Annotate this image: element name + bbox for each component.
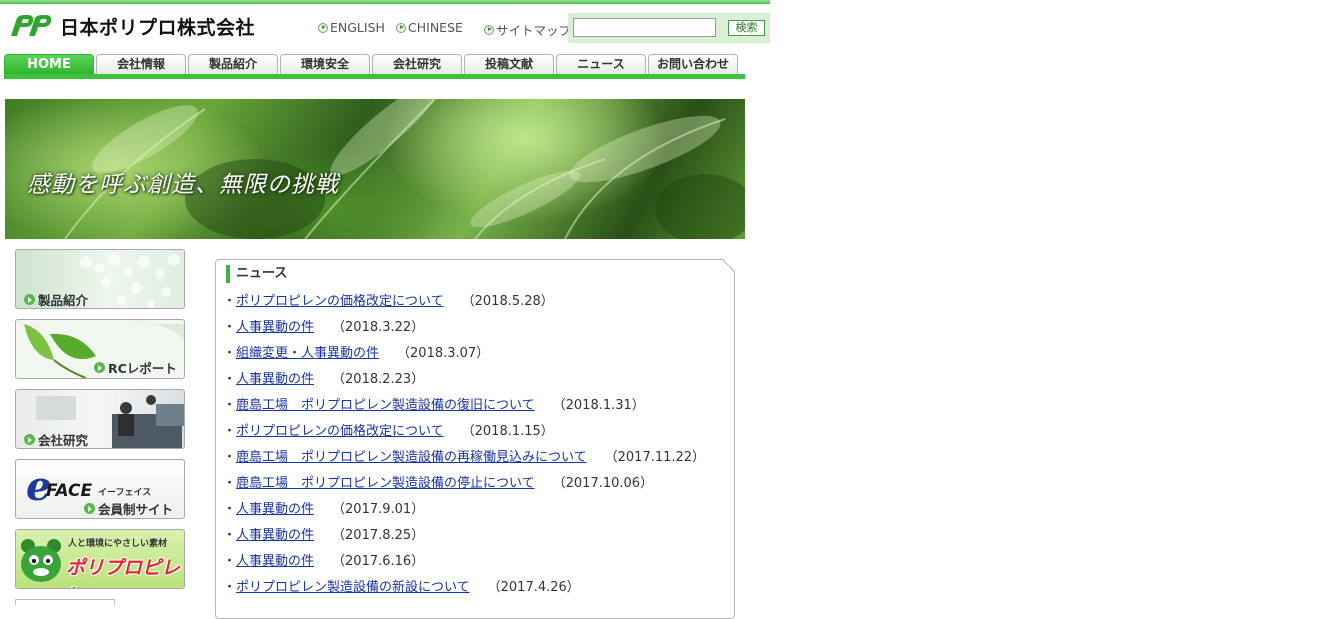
company-logo[interactable]: 日本ポリプロ株式会社: [8, 13, 255, 39]
bullet: ・: [223, 320, 237, 335]
news-link[interactable]: 人事異動の件: [236, 554, 314, 569]
sidebar-next-button-edge: [15, 599, 115, 605]
bullet: ・: [223, 398, 237, 413]
eface-members-button[interactable]: e FACE イーフェイス 会員制サイト: [15, 459, 185, 519]
news-link[interactable]: 人事異動の件: [236, 502, 314, 517]
news-heading: ニュース: [226, 265, 287, 283]
polypropylene-button[interactable]: 人と環境にやさしい素材 ポリプロピレン: [15, 529, 185, 589]
news-item: ・人事異動の件 （2018.2.23）: [223, 370, 705, 396]
news-date: （2018.1.31）: [552, 398, 645, 413]
news-item: ・人事異動の件 （2017.8.25）: [223, 526, 705, 552]
news-item: ・人事異動の件 （2018.3.22）: [223, 318, 705, 344]
hero-banner: 感動を呼ぶ創造、無限の挑戦: [5, 99, 745, 239]
bullet: ・: [223, 554, 237, 569]
news-item: ・ポリプロピレンの価格改定について （2018.5.28）: [223, 292, 705, 318]
tab-company-info[interactable]: 会社情報: [96, 54, 186, 74]
news-item: ・鹿島工場 ポリプロピレン製造設備の復旧について （2018.1.31）: [223, 396, 705, 422]
bullet: ・: [223, 372, 237, 387]
bullet: ・: [223, 294, 237, 309]
banner-slogan: 感動を呼ぶ創造、無限の挑戦: [27, 172, 339, 198]
bullet: ・: [223, 450, 237, 465]
arrow-circle-icon: [24, 294, 35, 305]
bullet: ・: [223, 424, 237, 439]
news-link[interactable]: ポリプロピレンの価格改定について: [236, 424, 444, 439]
arrow-circle-icon: [24, 434, 35, 445]
eface-kana: イーフェイス: [98, 488, 152, 498]
news-link[interactable]: ポリプロピレンの価格改定について: [236, 294, 444, 309]
sitemap-link[interactable]: サイトマップ: [484, 20, 571, 39]
bullet: ・: [223, 476, 237, 491]
news-item: ・鹿島工場 ポリプロピレン製造設備の停止について （2017.10.06）: [223, 474, 705, 500]
bullet: ・: [223, 502, 237, 517]
tab-news[interactable]: ニュース: [556, 54, 646, 74]
search-button[interactable]: 検索: [728, 20, 765, 36]
news-link[interactable]: 組織変更・人事異動の件: [236, 346, 379, 361]
arrow-circle-icon: [318, 22, 328, 33]
news-link[interactable]: 人事異動の件: [236, 528, 314, 543]
tab-publications[interactable]: 投稿文献: [464, 54, 554, 74]
news-date: （2017.6.16）: [332, 554, 425, 569]
products-button[interactable]: 製品紹介: [15, 249, 185, 309]
news-date: （2018.1.15）: [461, 424, 554, 439]
nav-underline: [4, 74, 745, 79]
bullet: ・: [223, 346, 237, 361]
search-input[interactable]: [573, 18, 716, 37]
news-date: （2017.10.06）: [552, 476, 654, 491]
news-date: （2018.5.28）: [461, 294, 554, 309]
tab-environment-safety[interactable]: 環境安全: [280, 54, 370, 74]
chinese-link[interactable]: CHINESE: [396, 20, 463, 35]
top-accent-bar: [0, 0, 770, 4]
news-item: ・組織変更・人事異動の件 （2018.3.07）: [223, 344, 705, 370]
arrow-circle-icon: [484, 24, 494, 35]
english-link[interactable]: ENGLISH: [318, 20, 385, 35]
search-area: 検索: [568, 13, 770, 43]
news-link[interactable]: 人事異動の件: [236, 372, 314, 387]
news-link[interactable]: 鹿島工場 ポリプロピレン製造設備の復旧について: [236, 398, 535, 413]
news-item: ・ポリプロピレンの価格改定について （2018.1.15）: [223, 422, 705, 448]
news-item: ・ポリプロピレン製造設備の新設について （2017.4.26）: [223, 578, 705, 604]
arrow-circle-icon: [84, 503, 95, 514]
tab-home[interactable]: HOME: [4, 54, 94, 74]
news-link[interactable]: 鹿島工場 ポリプロピレン製造設備の再稼働見込みについて: [236, 450, 587, 465]
news-date: （2017.11.22）: [604, 450, 706, 465]
news-item: ・人事異動の件 （2017.9.01）: [223, 500, 705, 526]
arrow-circle-icon: [94, 362, 105, 373]
news-date: （2017.8.25）: [332, 528, 425, 543]
news-link[interactable]: ポリプロピレン製造設備の新設について: [236, 580, 470, 595]
bullet: ・: [223, 528, 237, 543]
news-date: （2017.9.01）: [332, 502, 425, 517]
bullet: ・: [223, 580, 237, 595]
tab-research[interactable]: 会社研究: [372, 54, 462, 74]
panel-corner-fold: [722, 259, 735, 272]
eface-logo-text: FACE: [46, 481, 93, 501]
news-list: ・ポリプロピレンの価格改定について （2018.5.28） ・人事異動の件 （2018…: [223, 292, 706, 604]
research-button[interactable]: 会社研究: [15, 389, 185, 449]
company-name: 日本ポリプロ株式会社: [60, 16, 256, 39]
news-link[interactable]: 鹿島工場 ポリプロピレン製造設備の停止について: [236, 476, 535, 491]
rc-report-button[interactable]: RCレポート: [15, 319, 185, 379]
news-item: ・人事異動の件 （2017.6.16）: [223, 552, 705, 578]
news-date: （2018.3.07）: [397, 346, 490, 361]
pp-logo-icon: [11, 15, 52, 36]
news-date: （2018.2.23）: [332, 372, 425, 387]
arrow-circle-icon: [396, 22, 406, 33]
tab-products[interactable]: 製品紹介: [188, 54, 278, 74]
news-date: （2018.3.22）: [332, 320, 425, 335]
pp-tagline: 人と環境にやさしい素材: [68, 539, 168, 549]
mascot-icon: [21, 539, 61, 582]
news-item: ・鹿島工場 ポリプロピレン製造設備の再稼働見込みについて （2017.11.22）: [223, 448, 706, 474]
news-link[interactable]: 人事異動の件: [236, 320, 314, 335]
pp-name: ポリプロピレン: [66, 557, 181, 588]
news-date: （2017.4.26）: [487, 580, 580, 595]
tab-contact[interactable]: お問い合わせ: [648, 54, 738, 74]
